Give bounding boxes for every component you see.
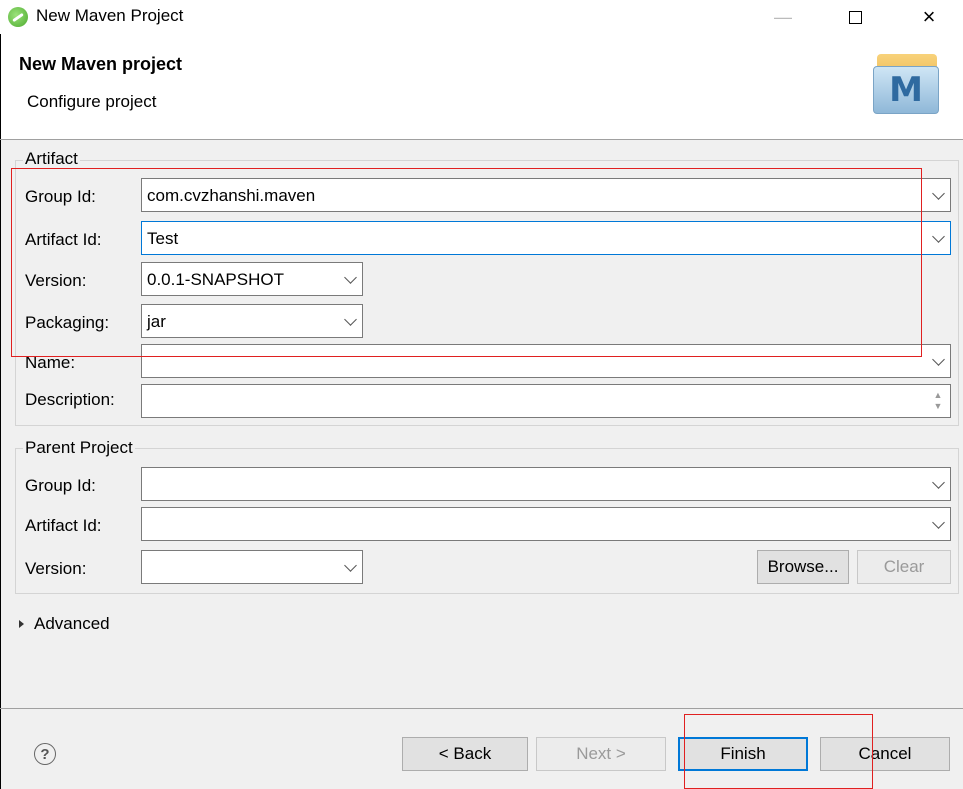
description-label: Description: [25,390,115,409]
spring-leaf-icon [8,7,28,27]
cancel-button[interactable]: Cancel [820,737,950,771]
logo-letter: M [873,66,939,114]
packaging-select[interactable]: jar [141,304,363,338]
close-button[interactable]: × [906,0,952,34]
finish-button[interactable]: Finish [678,737,808,771]
group-id-combo[interactable]: com.cvzhanshi.maven [141,178,951,212]
title-bar: New Maven Project — × [0,0,963,34]
wizard-header: New Maven project Configure project M [0,34,963,139]
window-title: New Maven Project [36,6,184,25]
page-title: New Maven project [19,54,183,74]
parent-project-legend: Parent Project [23,438,135,458]
next-button[interactable]: Next > [536,737,666,771]
close-icon: × [922,4,936,29]
artifact-legend: Artifact [23,149,80,169]
artifact-id-label: Artifact Id: [25,230,102,249]
version-value: 0.0.1-SNAPSHOT [147,270,284,289]
chevron-down-icon[interactable] [932,230,945,243]
group-id-label: Group Id: [25,187,96,206]
expand-arrow-icon[interactable] [19,620,24,628]
page-subtitle: Configure project [27,92,157,111]
parent-group-id-label: Group Id: [25,476,96,495]
group-id-value: com.cvzhanshi.maven [147,186,316,205]
wizard-footer: ? < Back Next > Finish Cancel [0,709,963,789]
clear-button[interactable]: Clear [857,550,951,584]
parent-version-label: Version: [25,559,87,578]
chevron-down-icon[interactable] [344,271,357,284]
advanced-toggle[interactable]: Advanced [34,614,110,634]
maven-logo-icon: M [865,48,945,118]
name-label: Name: [25,353,76,372]
maximize-button[interactable] [832,0,878,34]
wizard-content: Artifact Group Id: com.cvzhanshi.maven A… [0,140,963,708]
parent-group-id-combo[interactable] [141,467,951,501]
help-icon[interactable]: ? [34,743,56,765]
artifact-id-combo[interactable]: Test [141,221,951,255]
parent-artifact-id-label: Artifact Id: [25,516,102,535]
chevron-down-icon[interactable] [932,516,945,529]
chevron-down-icon[interactable] [932,353,945,366]
version-label: Version: [25,271,87,290]
chevron-down-icon[interactable] [344,559,357,572]
packaging-value: jar [147,312,166,331]
name-combo[interactable] [141,344,951,378]
version-select[interactable]: 0.0.1-SNAPSHOT [141,262,363,296]
packaging-label: Packaging: [25,313,110,332]
spinner-arrows-icon[interactable]: ▲ ▼ [931,390,945,414]
chevron-down-icon[interactable] [932,187,945,200]
description-textarea[interactable]: ▲ ▼ [141,384,951,418]
artifact-id-value: Test [147,229,179,248]
chevron-down-icon[interactable] [344,313,357,326]
parent-version-select[interactable] [141,550,363,584]
back-button[interactable]: < Back [402,737,528,771]
chevron-down-icon[interactable] [932,476,945,489]
maximize-icon [848,10,862,24]
browse-button[interactable]: Browse... [757,550,849,584]
parent-artifact-id-combo[interactable] [141,507,951,541]
minimize-button[interactable]: — [760,0,806,34]
